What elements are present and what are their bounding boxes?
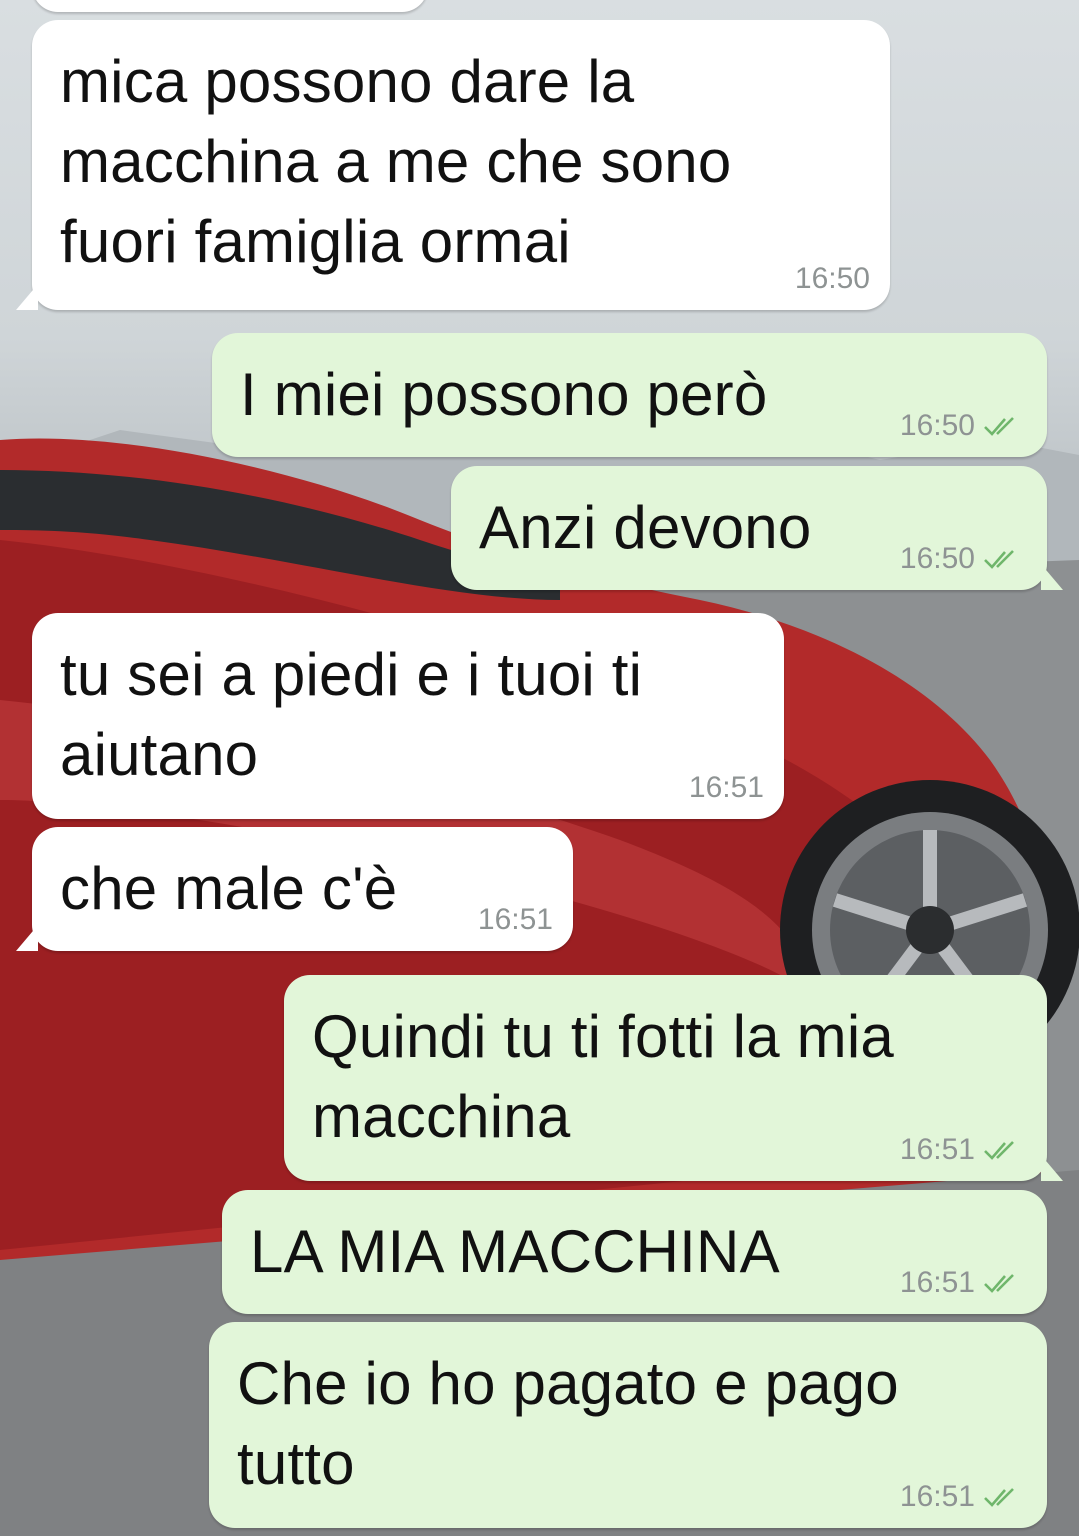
message-time: 16:51 — [688, 771, 764, 804]
message-bubble-outgoing[interactable]: I miei possono però 16:50 — [212, 333, 1047, 457]
message-meta: 16:50 — [795, 262, 870, 296]
message-bubble-outgoing[interactable]: Anzi devono 16:50 — [451, 466, 1063, 590]
message-text: mica possono dare la macchina a me che s… — [60, 48, 732, 275]
double-check-icon — [984, 550, 1014, 569]
double-check-icon — [984, 1141, 1014, 1160]
message-meta: 16:50 — [900, 409, 1027, 443]
message-text: Anzi devono — [479, 494, 812, 561]
message-text: Quindi tu ti fotti la mia macchina — [312, 1003, 894, 1150]
message-meta: 16:51 — [689, 771, 764, 805]
message-bubble-outgoing[interactable]: Quindi tu ti fotti la mia macchina 16:51 — [284, 975, 1063, 1181]
message-time: 16:51 — [899, 1133, 975, 1166]
message-bubble-incoming[interactable]: mica possono dare la macchina a me che s… — [16, 20, 890, 310]
message-meta: 16:51 — [900, 1133, 1027, 1167]
message-bubble-outgoing[interactable]: Che io ho pagato e pago tutto 16:51 — [209, 1322, 1047, 1528]
message-time: 16:50 — [899, 542, 975, 575]
message-time: 16:50 — [899, 409, 975, 442]
message-text: che male c'è — [60, 855, 398, 922]
message-text: tu sei a piedi e i tuoi ti aiutano — [60, 641, 643, 788]
message-bubble-incoming[interactable]: tu sei a piedi e i tuoi ti aiutano 16:51 — [32, 613, 784, 819]
message-meta: 16:51 — [478, 903, 553, 937]
message-text: LA MIA MACCHINA — [250, 1218, 780, 1285]
message-bubble-outgoing[interactable]: LA MIA MACCHINA 16:51 — [222, 1190, 1047, 1314]
message-meta: 16:50 — [900, 542, 1027, 576]
conversation: mica possono dare la macchina a me che s… — [0, 0, 1079, 1536]
message-meta: 16:51 — [900, 1266, 1027, 1300]
partial-message-bubble[interactable] — [32, 0, 428, 12]
message-time: 16:51 — [899, 1266, 975, 1299]
message-time: 16:51 — [899, 1480, 975, 1513]
double-check-icon — [984, 1274, 1014, 1293]
message-time: 16:50 — [794, 262, 870, 295]
message-text: Che io ho pagato e pago tutto — [237, 1350, 899, 1497]
double-check-icon — [984, 417, 1014, 436]
message-time: 16:51 — [477, 903, 553, 936]
double-check-icon — [984, 1488, 1014, 1507]
message-text: I miei possono però — [240, 361, 768, 428]
message-meta: 16:51 — [900, 1480, 1027, 1514]
message-bubble-incoming[interactable]: che male c'è 16:51 — [16, 827, 573, 951]
